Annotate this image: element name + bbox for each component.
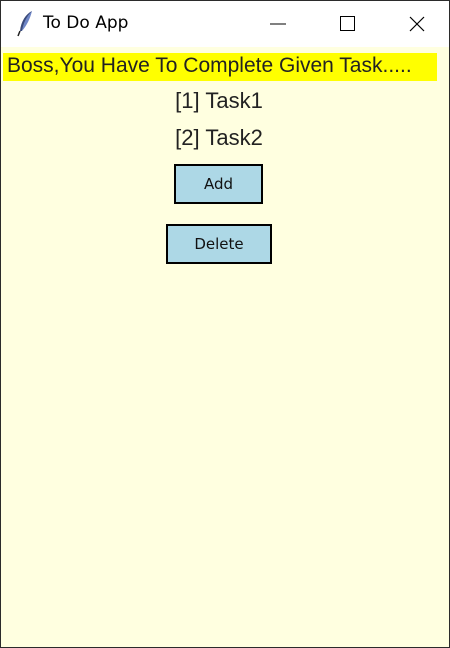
close-icon[interactable] bbox=[393, 1, 439, 47]
title-bar[interactable]: To Do App bbox=[1, 1, 449, 47]
minimize-icon[interactable] bbox=[255, 1, 301, 47]
app-window: To Do App Boss,You Have To Complete Give… bbox=[0, 0, 450, 648]
app-content: Boss,You Have To Complete Given Task....… bbox=[1, 47, 449, 647]
delete-button[interactable]: Delete bbox=[166, 224, 272, 264]
window-title: To Do App bbox=[43, 13, 129, 33]
maximize-icon[interactable] bbox=[323, 1, 369, 47]
banner: Boss,You Have To Complete Given Task....… bbox=[3, 53, 437, 81]
add-button[interactable]: Add bbox=[174, 164, 263, 204]
list-item: [1] Task1 bbox=[175, 88, 263, 113]
task-list: [1] Task1 [2] Task2 bbox=[1, 85, 437, 159]
banner-text: Boss,You Have To Complete Given Task....… bbox=[7, 54, 412, 77]
list-item: [2] Task2 bbox=[175, 125, 263, 150]
feather-icon bbox=[15, 9, 37, 37]
